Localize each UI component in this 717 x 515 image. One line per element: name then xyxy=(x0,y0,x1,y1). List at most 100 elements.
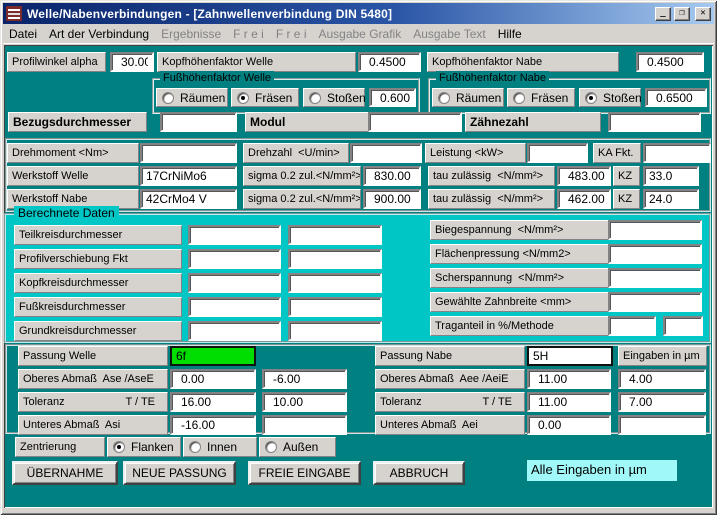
tau-welle-input[interactable] xyxy=(557,166,611,186)
radio-label: Innen xyxy=(207,440,237,454)
kz-welle-label: KZ xyxy=(613,166,640,186)
profilwinkel-input[interactable] xyxy=(110,52,154,72)
radio-zentrierung-flanken[interactable]: Flanken xyxy=(107,437,181,457)
unteres-abmass-nabe-input-2[interactable] xyxy=(618,415,706,435)
scherspannung-input[interactable] xyxy=(608,268,702,288)
zaehnezahl-input[interactable] xyxy=(608,112,701,132)
traganteil-input-1[interactable] xyxy=(608,316,656,336)
kz-nabe-label: KZ xyxy=(613,189,640,209)
radio-welle-stossen[interactable]: Stoßen xyxy=(303,88,365,107)
unteres-abmass-welle-input-1[interactable] xyxy=(170,415,256,435)
menu-ausgabe-text: Ausgabe Text xyxy=(407,25,492,43)
werkstoff-nabe-input[interactable] xyxy=(140,189,237,209)
fusskreisdurchmesser-input-2[interactable] xyxy=(288,297,382,317)
kz-welle-input[interactable] xyxy=(643,166,699,186)
menu-art-der-verbindung[interactable]: Art der Verbindung xyxy=(43,25,155,43)
toleranz-nabe-label: Toleranz T / TE xyxy=(375,392,525,412)
oberes-abmass-welle-input-2[interactable] xyxy=(262,369,347,389)
menu-datei[interactable]: Datei xyxy=(3,25,43,43)
kopfkreisdurchmesser-input-2[interactable] xyxy=(288,273,382,293)
radio-nabe-fraesen[interactable]: Fräsen xyxy=(507,88,575,107)
unteres-abmass-nabe-input-1[interactable] xyxy=(527,415,611,435)
radio-dot xyxy=(585,92,597,104)
kopfhoehenfaktor-nabe-input[interactable] xyxy=(636,52,704,72)
fusshoehenfaktor-welle-title: Fußhöhenfaktor Welle xyxy=(160,71,274,85)
minimize-button[interactable]: _ xyxy=(655,7,671,21)
radio-label: Fräsen xyxy=(531,91,568,105)
traganteil-label: Traganteil in %/Methode xyxy=(430,316,609,336)
neue-passung-button[interactable]: NEUE PASSUNG xyxy=(123,461,236,485)
radio-dot xyxy=(309,92,321,104)
fusshoehenfaktor-nabe-input[interactable] xyxy=(645,88,707,107)
toleranz-nabe-input-1[interactable] xyxy=(527,392,611,412)
radio-dot xyxy=(237,92,249,104)
abbruch-button[interactable]: ABBRUCH xyxy=(373,461,465,485)
fusshoehenfaktor-welle-input[interactable] xyxy=(369,88,416,107)
oberes-abmass-nabe-input-2[interactable] xyxy=(618,369,706,389)
footer-note: Alle Eingaben in µm xyxy=(527,460,677,481)
teilkreisdurchmesser-label: Teilkreisdurchmesser xyxy=(14,225,182,245)
radio-welle-fraesen[interactable]: Fräsen xyxy=(231,88,299,107)
sigma-welle-input[interactable] xyxy=(363,166,421,186)
biegespannung-input[interactable] xyxy=(608,220,702,240)
toleranz-welle-input-2[interactable] xyxy=(262,392,347,412)
menu-hilfe[interactable]: Hilfe xyxy=(492,25,528,43)
teilkreisdurchmesser-input-1[interactable] xyxy=(188,225,281,245)
drehmoment-input[interactable] xyxy=(140,143,237,163)
kopfhoehenfaktor-nabe-label: Kopfhöhenfaktor Nabe xyxy=(427,52,619,72)
kopfkreisdurchmesser-input-1[interactable] xyxy=(188,273,281,293)
flaechenpressung-input[interactable] xyxy=(608,244,702,264)
kz-nabe-input[interactable] xyxy=(643,189,699,209)
ka-fkt-input[interactable] xyxy=(643,143,711,163)
werkstoff-welle-input[interactable] xyxy=(140,166,237,186)
drehzahl-input[interactable] xyxy=(350,143,422,163)
drehmoment-label: Drehmoment <Nm> xyxy=(7,143,139,163)
toleranz-welle-input-1[interactable] xyxy=(170,392,256,412)
fusskreisdurchmesser-input-1[interactable] xyxy=(188,297,281,317)
traganteil-input-2[interactable] xyxy=(663,316,703,336)
radio-dot xyxy=(189,441,201,453)
oberes-abmass-nabe-input-1[interactable] xyxy=(527,369,611,389)
modul-label: Modul xyxy=(245,112,369,132)
maximize-button[interactable]: ❐ xyxy=(674,7,690,21)
radio-nabe-stossen[interactable]: Stoßen xyxy=(579,88,641,107)
app-icon[interactable] xyxy=(6,6,22,21)
tau-nabe-input[interactable] xyxy=(557,189,611,209)
profilverschiebung-input-1[interactable] xyxy=(188,249,281,269)
toleranz-nabe-input-2[interactable] xyxy=(618,392,706,412)
client-area: Profilwinkel alpha Kopfhöhenfaktor Welle… xyxy=(4,45,713,508)
grundkreisdurchmesser-input-1[interactable] xyxy=(188,321,281,341)
radio-label: Stoßen xyxy=(327,91,366,105)
sigma-nabe-input[interactable] xyxy=(363,189,421,209)
kopfhoehenfaktor-welle-input[interactable] xyxy=(358,52,421,72)
modul-input[interactable] xyxy=(368,112,462,132)
unteres-abmass-welle-input-2[interactable] xyxy=(262,415,347,435)
menu-frei-2: F r e i xyxy=(270,25,313,43)
radio-dot xyxy=(162,92,174,104)
radio-zentrierung-aussen[interactable]: Außen xyxy=(259,437,336,457)
radio-zentrierung-innen[interactable]: Innen xyxy=(183,437,257,457)
radio-nabe-raeumen[interactable]: Räumen xyxy=(432,88,504,107)
uebernahme-button[interactable]: ÜBERNAHME xyxy=(12,461,118,485)
passung-nabe-input[interactable] xyxy=(527,346,613,366)
sigma-nabe-label: sigma 0.2 zul.<N/mm²> xyxy=(243,189,361,209)
freie-eingabe-button[interactable]: FREIE EINGABE xyxy=(248,461,361,485)
teilkreisdurchmesser-input-2[interactable] xyxy=(288,225,382,245)
radio-label: Außen xyxy=(283,440,318,454)
toleranz-welle-label-text: Toleranz xyxy=(23,395,65,411)
profilverschiebung-input-2[interactable] xyxy=(288,249,382,269)
radio-label: Stoßen xyxy=(603,91,642,105)
kopfhoehenfaktor-welle-label: Kopfhöhenfaktor Welle xyxy=(157,52,356,72)
zahnbreite-input[interactable] xyxy=(608,292,702,312)
close-button[interactable]: ✕ xyxy=(695,7,711,21)
oberes-abmass-welle-input-1[interactable] xyxy=(170,369,256,389)
biegespannung-label: Biegespannung <N/mm²> xyxy=(430,220,609,240)
bezugsdurchmesser-input[interactable] xyxy=(160,112,237,132)
leistung-input[interactable] xyxy=(527,143,588,163)
leistung-label: Leistung <kW> xyxy=(425,143,526,163)
grundkreisdurchmesser-input-2[interactable] xyxy=(288,321,382,341)
passung-welle-input[interactable] xyxy=(170,346,256,366)
bezugsdurchmesser-label: Bezugsdurchmesser xyxy=(8,112,147,132)
menu-frei-1: F r e i xyxy=(227,25,270,43)
radio-welle-raeumen[interactable]: Räumen xyxy=(156,88,228,107)
